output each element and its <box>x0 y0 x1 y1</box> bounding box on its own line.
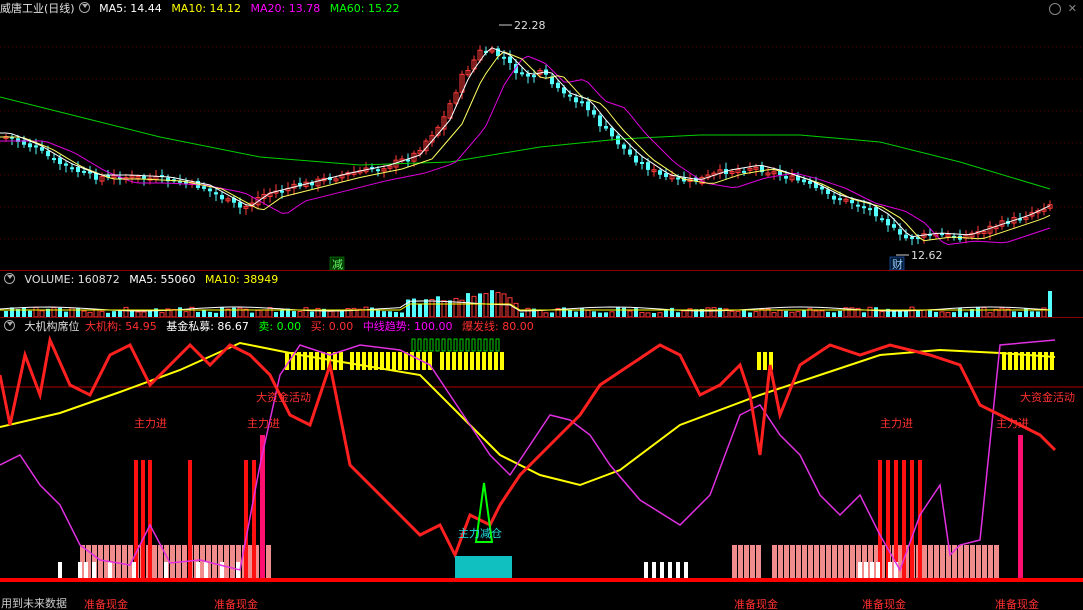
dazijin-label: 大资金活动 <box>256 390 311 404</box>
high-price-label: 22.28 <box>514 19 546 32</box>
jijin-readout: 基金私募: 86.67 <box>166 320 249 333</box>
volume-bars <box>4 290 1052 317</box>
zhulijiancang-label: 主力减仓 <box>458 526 502 540</box>
zhuli-jiancang-block <box>455 556 512 580</box>
zhulijin-label: 主力进 <box>880 417 913 430</box>
ma20-line <box>0 55 1051 246</box>
ma10-readout: MA10: 14.12 <box>171 2 242 15</box>
zhulijin-label: 主力进 <box>247 417 280 430</box>
zhunbei-label: 准备现金 <box>84 597 128 610</box>
zhunbei-label: 准备现金 <box>214 597 258 610</box>
indicator-header: 大机构席位 大机构: 54.95 基金私募: 86.67 卖: 0.00 买: … <box>0 318 540 335</box>
volume-readout: VOLUME: 160872 <box>24 273 120 286</box>
ma5-line <box>0 47 1051 238</box>
zhunbei-label: 准备现金 <box>734 597 778 610</box>
close-icon[interactable]: ✕ <box>1068 2 1077 15</box>
ma10-line <box>0 51 1051 242</box>
volume-settings-icon[interactable] <box>4 273 15 284</box>
dazijin-label: 大资金活动 <box>1020 390 1075 404</box>
ma60-readout: MA60: 15.22 <box>329 2 400 15</box>
indicator-chart[interactable]: 主力进 主力进 主力进 主力进 大资金活动 大资金活动主力减仓准备现金 准备现金 准备现金 准备… <box>0 335 1083 610</box>
ma5-readout: MA5: 14.44 <box>99 2 162 15</box>
zhulijin-label: 主力进 <box>134 417 167 430</box>
indicator-name: 大机构席位 <box>24 320 80 333</box>
collapse-icon[interactable] <box>1049 3 1061 15</box>
cai-marker[interactable]: 财 <box>892 257 903 270</box>
main-chart-header: 威唐工业(日线) MA5: 14.44 MA10: 14.12 MA20: 13… <box>0 0 405 17</box>
volume-ma10-readout: MA10: 38949 <box>204 273 279 286</box>
zhunbei-label: 准备现金 <box>862 597 906 610</box>
volume-header: VOLUME: 160872 MA5: 55060 MA10: 38949 <box>0 271 284 288</box>
jian-marker[interactable]: 减 <box>332 258 343 270</box>
baofa-readout: 爆发线: 80.00 <box>462 320 534 333</box>
dajigou-readout: 大机构: 54.95 <box>85 320 157 333</box>
ma20-readout: MA20: 13.78 <box>250 2 321 15</box>
future-data-label: 用到未来数据 <box>1 596 67 610</box>
volume-chart[interactable] <box>0 288 1083 317</box>
zhunbei-label: 准备现金 <box>995 597 1039 610</box>
zhulijin-label: 主力进 <box>996 417 1029 430</box>
volume-ma5-readout: MA5: 55060 <box>129 273 196 286</box>
price-chart[interactable]: 22.28 12.62 减 财 <box>0 17 1083 270</box>
chart-title: 威唐工业(日线) <box>0 2 75 15</box>
sell-readout: 卖: 0.00 <box>258 320 302 333</box>
indicator-settings-icon[interactable] <box>4 320 15 331</box>
settings-dropdown-icon[interactable] <box>78 2 90 13</box>
low-price-label: 12.62 <box>911 249 943 262</box>
zhongxian-readout: 中线趋势: 100.00 <box>362 320 453 333</box>
buy-readout: 买: 0.00 <box>310 320 354 333</box>
